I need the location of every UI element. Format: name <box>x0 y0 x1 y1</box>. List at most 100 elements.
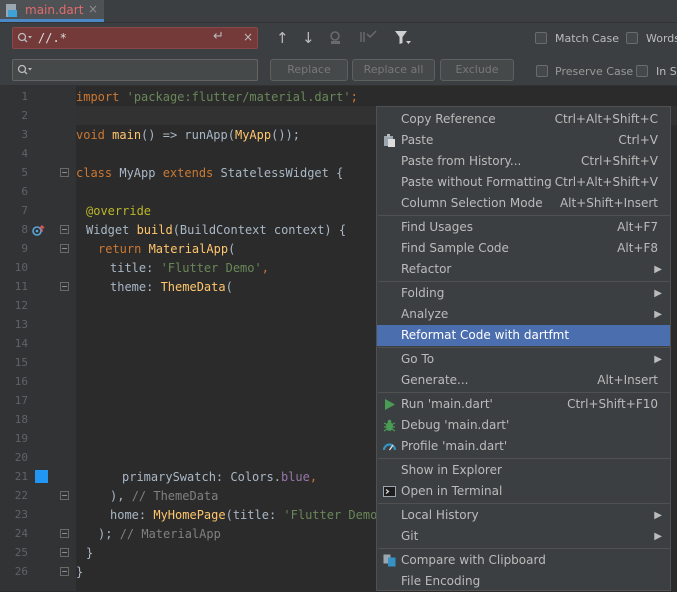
match-case-checkbox[interactable] <box>535 32 547 44</box>
close-tab-icon[interactable]: × <box>88 2 98 16</box>
code-line: } <box>76 565 84 579</box>
line-number: 26 <box>14 565 28 578</box>
line-number: 2 <box>21 109 28 122</box>
profile-icon <box>383 443 396 451</box>
tab-main-dart[interactable]: main.dart × <box>0 0 104 22</box>
menu-item-paste[interactable]: Paste Ctrl+V <box>377 130 670 151</box>
menu-item-local-history[interactable]: Local History ▶ <box>377 505 670 526</box>
filter-icon[interactable] <box>394 30 412 46</box>
line-number: 23 <box>14 508 28 521</box>
code-line: } <box>86 546 94 560</box>
menu-item-copy-reference[interactable]: Copy Reference Ctrl+Alt+Shift+C <box>377 109 670 130</box>
menu-item-open-in-terminal[interactable]: Open in Terminal <box>377 481 670 502</box>
run-icon <box>385 399 395 410</box>
line-number: 19 <box>14 432 28 445</box>
menu-item-profile[interactable]: Profile 'main.dart' <box>377 436 670 457</box>
code-line: import 'package:flutter/material.dart'; <box>76 90 358 104</box>
code-line: primarySwatch: Colors.blue, <box>122 470 318 484</box>
clear-search-icon[interactable]: × <box>243 30 253 44</box>
menu-item-analyze[interactable]: Analyze ▶ <box>377 304 670 325</box>
search-field[interactable]: //.* ↵ × <box>12 27 258 49</box>
line-number: 3 <box>21 128 28 141</box>
dart-file-icon <box>6 4 17 17</box>
menu-item-compare-with-clipboard[interactable]: Compare with Clipboard <box>377 550 670 571</box>
next-occurrence-icon[interactable]: ↓ <box>302 29 315 47</box>
in-selection-label: In Se <box>656 65 677 78</box>
line-number: 14 <box>14 337 28 350</box>
line-number: 4 <box>21 147 28 160</box>
line-number: 25 <box>14 546 28 559</box>
menu-item-run[interactable]: Run 'main.dart' Ctrl+Shift+F10 <box>377 394 670 415</box>
submenu-arrow-icon: ▶ <box>654 309 662 320</box>
menu-item-find-usages[interactable]: Find Usages Alt+F7 <box>377 217 670 238</box>
line-number: 18 <box>14 413 28 426</box>
line-number: 16 <box>14 375 28 388</box>
match-case-label: Match Case <box>555 32 619 45</box>
menu-item-file-encoding[interactable]: File Encoding <box>377 571 670 592</box>
replace-all-button[interactable]: Replace all <box>352 59 435 81</box>
preserve-case-checkbox[interactable] <box>536 65 548 77</box>
fold-marker-icon[interactable] <box>60 244 69 253</box>
compare-icon <box>383 554 396 567</box>
menu-item-git[interactable]: Git ▶ <box>377 526 670 547</box>
menu-item-folding[interactable]: Folding ▶ <box>377 283 670 304</box>
search-input[interactable]: //.* <box>38 31 67 45</box>
words-checkbox[interactable] <box>626 32 638 44</box>
line-number: 21 <box>14 470 28 483</box>
submenu-arrow-icon: ▶ <box>654 354 662 365</box>
line-number: 10 <box>14 261 28 274</box>
context-menu: Copy Reference Ctrl+Alt+Shift+C Paste Ctrl… <box>376 106 671 591</box>
terminal-icon <box>383 486 396 497</box>
menu-separator <box>378 458 670 459</box>
menu-item-paste-from-history[interactable]: Paste from History... Ctrl+Shift+V <box>377 151 670 172</box>
code-line: ), // ThemeData <box>110 489 219 503</box>
fold-marker-icon[interactable] <box>60 491 69 500</box>
fold-marker-icon[interactable] <box>60 529 69 538</box>
line-number: 15 <box>14 356 28 369</box>
menu-item-refactor[interactable]: Refactor ▶ <box>377 259 670 280</box>
find-all-icon[interactable] <box>328 30 344 46</box>
menu-item-show-in-explorer[interactable]: Show in Explorer <box>377 460 670 481</box>
fold-marker-icon[interactable] <box>60 548 69 557</box>
fold-marker-icon[interactable] <box>60 282 69 291</box>
previous-occurrence-icon[interactable]: ↑ <box>276 29 289 47</box>
menu-item-debug[interactable]: Debug 'main.dart' <box>377 415 670 436</box>
menu-separator <box>378 281 670 282</box>
code-line: title: 'Flutter Demo', <box>110 261 269 275</box>
menu-item-paste-without-formatting[interactable]: Paste without Formatting Ctrl+Alt+Shift+V <box>377 172 670 193</box>
in-selection-checkbox[interactable] <box>636 65 648 77</box>
line-number: 13 <box>14 318 28 331</box>
select-all-occurrences-icon[interactable] <box>360 30 378 46</box>
editor-tab-bar: main.dart × <box>0 0 677 23</box>
replace-field[interactable] <box>12 59 258 81</box>
menu-separator <box>378 503 670 504</box>
code-line: Widget build(BuildContext context) { <box>86 223 347 237</box>
tab-label: main.dart <box>25 3 84 17</box>
menu-item-column-selection-mode[interactable]: Column Selection Mode Alt+Shift+Insert <box>377 193 670 214</box>
submenu-arrow-icon: ▶ <box>654 288 662 299</box>
color-swatch-icon[interactable] <box>35 470 48 483</box>
line-number: 6 <box>21 185 28 198</box>
line-number: 9 <box>21 242 28 255</box>
line-number: 20 <box>14 451 28 464</box>
preserve-case-label: Preserve Case <box>555 65 634 78</box>
line-number: 22 <box>14 489 28 502</box>
menu-separator <box>378 347 670 348</box>
search-history-icon[interactable] <box>17 32 33 44</box>
replace-history-icon[interactable] <box>17 64 33 76</box>
new-line-icon[interactable]: ↵ <box>213 29 224 44</box>
menu-item-generate[interactable]: Generate... Alt+Insert <box>377 370 670 391</box>
menu-item-go-to[interactable]: Go To ▶ <box>377 349 670 370</box>
override-marker-icon[interactable] <box>32 224 46 238</box>
fold-marker-icon[interactable] <box>60 567 69 576</box>
line-number: 12 <box>14 299 28 312</box>
submenu-arrow-icon: ▶ <box>654 531 662 542</box>
replace-button[interactable]: Replace <box>270 59 348 81</box>
fold-marker-icon[interactable] <box>60 225 69 234</box>
fold-marker-icon[interactable] <box>60 168 69 177</box>
line-number: 24 <box>14 527 28 540</box>
menu-item-reformat-code-with-dartfmt[interactable]: Reformat Code with dartfmt <box>377 325 670 346</box>
menu-item-find-sample-code[interactable]: Find Sample Code Alt+F8 <box>377 238 670 259</box>
code-line: void main() => runApp(MyApp()); <box>76 128 300 142</box>
exclude-button[interactable]: Exclude <box>440 59 514 81</box>
